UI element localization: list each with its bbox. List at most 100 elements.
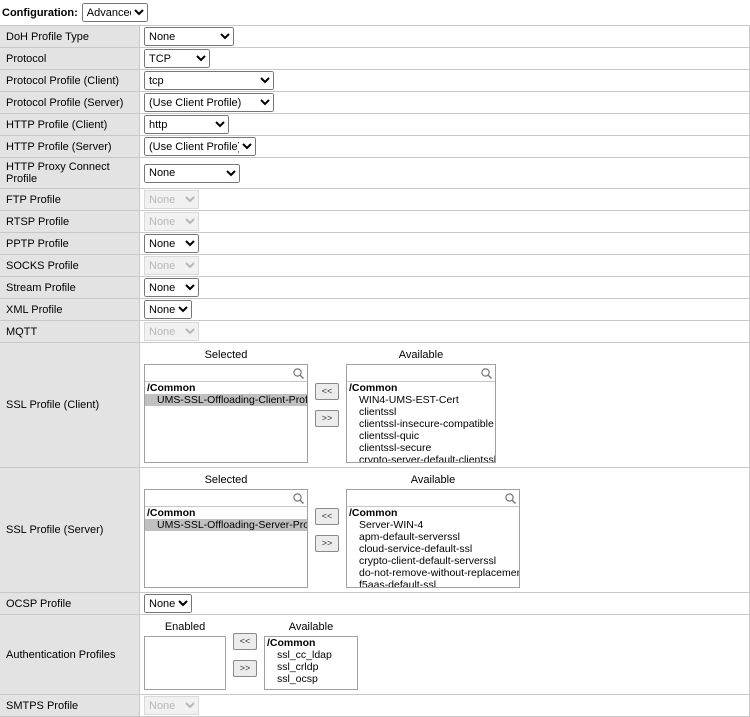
http-profile-client-select[interactable]: http bbox=[144, 115, 229, 134]
list-item[interactable]: clientssl-quic bbox=[347, 430, 495, 442]
field-label: MQTT bbox=[0, 321, 140, 342]
doh-profile-type-select[interactable]: None bbox=[144, 27, 234, 46]
auth-available-list[interactable]: /Common ssl_cc_ldap ssl_crldp ssl_ocsp bbox=[265, 637, 357, 689]
http-profile-server-select[interactable]: (Use Client Profile) bbox=[144, 137, 256, 156]
protocol-select[interactable]: TCP bbox=[144, 49, 210, 68]
row-pptp-profile: PPTP Profile None bbox=[0, 233, 749, 255]
list-item[interactable]: apm-default-serverssl bbox=[347, 531, 519, 543]
row-xml-profile: XML Profile None bbox=[0, 299, 749, 321]
protocol-profile-client-select[interactable]: tcp bbox=[144, 71, 274, 90]
row-http-profile-client: HTTP Profile (Client) http bbox=[0, 114, 749, 136]
row-http-proxy-connect-profile: HTTP Proxy Connect Profile None bbox=[0, 158, 749, 189]
stream-profile-select[interactable]: None bbox=[144, 278, 199, 297]
ssl-client-selected-listbox: /Common UMS-SSL-Offloading-Client-Profil… bbox=[144, 364, 308, 463]
ssl-server-selected-listbox: /Common UMS-SSL-Offloading-Server-Profil… bbox=[144, 489, 308, 588]
ssl-client-move-buttons: << >> bbox=[315, 383, 339, 427]
field-label: PPTP Profile bbox=[0, 233, 140, 254]
auth-move-right-button[interactable]: >> bbox=[233, 660, 257, 677]
ssl-server-move-left-button[interactable]: << bbox=[315, 508, 339, 525]
ssl-client-available-listbox: /Common WIN4-UMS-EST-Cert clientssl clie… bbox=[346, 364, 496, 463]
field-label: SOCKS Profile bbox=[0, 255, 140, 276]
ssl-client-move-right-button[interactable]: >> bbox=[315, 410, 339, 427]
list-item[interactable]: crypto-server-default-clientssl bbox=[347, 454, 495, 462]
auth-dual-list: Enabled << >> Available /Common bbox=[144, 619, 358, 690]
auth-available-listbox: /Common ssl_cc_ldap ssl_crldp ssl_ocsp bbox=[264, 636, 358, 690]
field-label: Protocol bbox=[0, 48, 140, 69]
field-label: FTP Profile bbox=[0, 189, 140, 210]
field-label: Protocol Profile (Server) bbox=[0, 92, 140, 113]
list-item[interactable]: f5aas-default-ssl bbox=[347, 579, 519, 587]
ssl-server-move-buttons: << >> bbox=[315, 508, 339, 552]
row-socks-profile: SOCKS Profile None bbox=[0, 255, 749, 277]
list-item[interactable]: clientssl-insecure-compatible bbox=[347, 418, 495, 430]
field-label: Stream Profile bbox=[0, 277, 140, 298]
available-header: Available bbox=[264, 619, 358, 636]
row-ocsp-profile: OCSP Profile None bbox=[0, 593, 749, 615]
ssl-server-selected-search-row bbox=[145, 490, 307, 507]
ssl-client-available-search-row bbox=[347, 365, 495, 382]
xml-profile-select[interactable]: None bbox=[144, 300, 192, 319]
available-header: Available bbox=[346, 347, 496, 364]
list-item[interactable]: Server-WIN-4 bbox=[347, 519, 519, 531]
search-icon[interactable] bbox=[504, 492, 517, 505]
ssl-server-selected-filter-input[interactable] bbox=[147, 491, 292, 506]
ssl-server-selected-list[interactable]: /Common UMS-SSL-Offloading-Server-Profil… bbox=[145, 507, 307, 587]
list-item[interactable]: clientssl-secure bbox=[347, 442, 495, 454]
ssl-client-selected-list[interactable]: /Common UMS-SSL-Offloading-Client-Profil… bbox=[145, 382, 307, 462]
row-http-profile-server: HTTP Profile (Server) (Use Client Profil… bbox=[0, 136, 749, 158]
list-item[interactable]: do-not-remove-without-replacement bbox=[347, 567, 519, 579]
row-ftp-profile: FTP Profile None bbox=[0, 189, 749, 211]
ssl-server-move-right-button[interactable]: >> bbox=[315, 535, 339, 552]
configuration-form: Configuration: Advanced DoH Profile Type… bbox=[0, 0, 750, 717]
list-item[interactable]: ssl_ocsp bbox=[265, 673, 357, 685]
auth-move-buttons: << >> bbox=[233, 633, 257, 677]
selected-header: Selected bbox=[144, 347, 308, 364]
list-item[interactable]: ssl_cc_ldap bbox=[265, 649, 357, 661]
list-item[interactable]: UMS-SSL-Offloading-Client-Profile bbox=[145, 394, 307, 406]
field-label: HTTP Proxy Connect Profile bbox=[0, 158, 140, 188]
protocol-profile-server-select[interactable]: (Use Client Profile) bbox=[144, 93, 274, 112]
enabled-header: Enabled bbox=[144, 619, 226, 636]
search-icon[interactable] bbox=[480, 367, 493, 380]
ssl-server-available-search-row bbox=[347, 490, 519, 507]
row-protocol: Protocol TCP bbox=[0, 48, 749, 70]
ssl-client-selected-search-row bbox=[145, 365, 307, 382]
http-proxy-connect-profile-select[interactable]: None bbox=[144, 164, 240, 183]
search-icon[interactable] bbox=[292, 492, 305, 505]
ssl-client-available-list[interactable]: /Common WIN4-UMS-EST-Cert clientssl clie… bbox=[347, 382, 495, 462]
list-item[interactable]: WIN4-UMS-EST-Cert bbox=[347, 394, 495, 406]
row-protocol-profile-client: Protocol Profile (Client) tcp bbox=[0, 70, 749, 92]
ssl-client-available-filter-input[interactable] bbox=[349, 366, 480, 381]
list-group-common[interactable]: /Common bbox=[145, 382, 307, 394]
list-group-common[interactable]: /Common bbox=[347, 382, 495, 394]
list-group-common[interactable]: /Common bbox=[265, 637, 357, 649]
row-smtps-profile: SMTPS Profile None bbox=[0, 695, 749, 717]
ssl-client-move-left-button[interactable]: << bbox=[315, 383, 339, 400]
list-item[interactable]: UMS-SSL-Offloading-Server-Profile bbox=[145, 519, 307, 531]
configuration-select[interactable]: Advanced bbox=[82, 3, 148, 22]
field-label: DoH Profile Type bbox=[0, 26, 140, 47]
ssl-server-available-filter-input[interactable] bbox=[349, 491, 504, 506]
search-icon[interactable] bbox=[292, 367, 305, 380]
list-group-common[interactable]: /Common bbox=[145, 507, 307, 519]
list-item[interactable]: crypto-client-default-serverssl bbox=[347, 555, 519, 567]
mqtt-select: None bbox=[144, 322, 199, 341]
list-group-common[interactable]: /Common bbox=[347, 507, 519, 519]
auth-move-left-button[interactable]: << bbox=[233, 633, 257, 650]
available-header: Available bbox=[346, 472, 520, 489]
field-label: SSL Profile (Server) bbox=[0, 468, 140, 592]
list-item[interactable]: cloud-service-default-ssl bbox=[347, 543, 519, 555]
ocsp-profile-select[interactable]: None bbox=[144, 594, 192, 613]
field-label: Protocol Profile (Client) bbox=[0, 70, 140, 91]
list-item[interactable]: ssl_crldp bbox=[265, 661, 357, 673]
socks-profile-select: None bbox=[144, 256, 199, 275]
field-label: SSL Profile (Client) bbox=[0, 343, 140, 467]
auth-enabled-list[interactable] bbox=[145, 637, 225, 689]
pptp-profile-select[interactable]: None bbox=[144, 234, 199, 253]
selected-header: Selected bbox=[144, 472, 308, 489]
ssl-client-selected-filter-input[interactable] bbox=[147, 366, 292, 381]
configuration-label: Configuration: bbox=[2, 7, 78, 19]
field-label: OCSP Profile bbox=[0, 593, 140, 614]
list-item[interactable]: clientssl bbox=[347, 406, 495, 418]
ssl-server-available-list[interactable]: /Common Server-WIN-4 apm-default-servers… bbox=[347, 507, 519, 587]
